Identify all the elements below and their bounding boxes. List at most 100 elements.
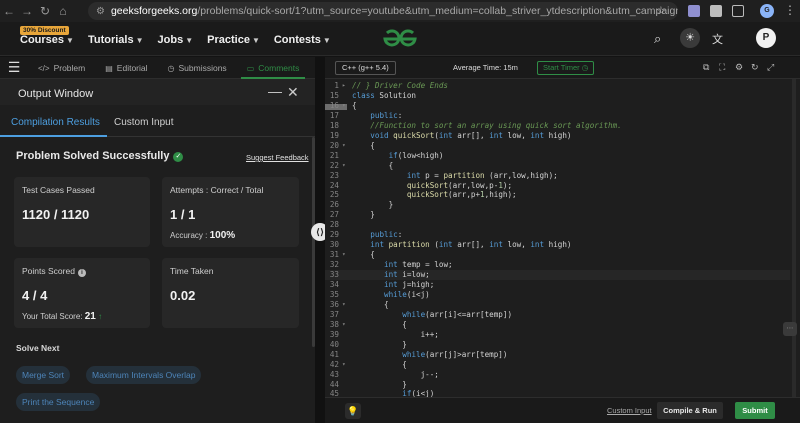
tab-comments[interactable]: ▭ Comments — [237, 57, 310, 79]
site-settings-icon[interactable]: ⚙ — [96, 6, 105, 17]
fold-toggle-icon[interactable]: ▸ — [342, 81, 346, 91]
code-line[interactable]: 33 int i=low; — [325, 270, 790, 281]
code-line[interactable]: 29 public: — [325, 230, 790, 240]
nav-courses[interactable]: Courses ▼ — [20, 34, 74, 46]
close-icon[interactable]: ✕ — [287, 84, 299, 101]
address-bar[interactable]: ⚙ geeksforgeeks.org/problems/quick-sort/… — [88, 2, 678, 20]
code-line[interactable]: 17 public: — [325, 111, 790, 121]
points-card: Points Scored i 4 / 4 Your Total Score: 2… — [14, 258, 150, 328]
code-line[interactable]: 19 void quickSort(int arr[], int low, in… — [325, 131, 790, 141]
code-line[interactable]: 28 — [325, 220, 790, 230]
theme-toggle-icon[interactable]: ☀ — [680, 28, 700, 48]
nav-jobs[interactable]: Jobs ▼ — [158, 34, 194, 46]
code-text: int p = partition (arr,low,high); — [406, 170, 558, 180]
code-line[interactable]: 40 } — [325, 340, 790, 350]
user-avatar[interactable]: P — [756, 28, 776, 48]
code-text: } — [352, 210, 375, 220]
code-area[interactable]: 1 ▸// } Driver Code Ends 15 class Solution 1… — [325, 79, 800, 397]
fold-toggle-icon[interactable]: ▾ — [342, 141, 346, 151]
code-text: { — [352, 100, 357, 110]
code-line[interactable]: 39 i++; — [325, 330, 790, 340]
solve-next-max-intervals[interactable]: Maximum Intervals Overlap — [86, 366, 202, 384]
forward-icon[interactable]: → — [18, 4, 36, 18]
reload-icon[interactable]: ↻ — [36, 4, 54, 18]
code-line[interactable]: 22 ▾ { — [325, 161, 790, 171]
lightbulb-icon[interactable]: 💡 — [345, 403, 361, 419]
solve-next-merge-sort[interactable]: Merge Sort — [16, 366, 71, 384]
code-line[interactable]: 41 while(arr[j]>arr[temp]) — [325, 350, 790, 360]
card-value: 1120 / 1120 — [22, 207, 90, 222]
line-number: 17 — [329, 110, 339, 120]
code-line[interactable]: 44 } — [325, 380, 790, 390]
expand-icon[interactable]: ⤢ — [767, 62, 774, 73]
code-line[interactable]: 32 int temp = low; — [325, 260, 790, 270]
tab-compilation-results[interactable]: Compilation Results — [11, 117, 100, 128]
fold-toggle-icon[interactable]: ▾ — [342, 320, 346, 330]
nav-practice[interactable]: Practice ▼ — [207, 34, 260, 46]
fold-toggle-icon[interactable]: ▾ — [342, 101, 346, 111]
code-line[interactable]: 30 int partition (int arr[], int low, in… — [325, 240, 790, 250]
code-line[interactable]: 35 while(i<j) — [325, 290, 790, 300]
code-line[interactable]: 38 ▾ { — [325, 320, 790, 330]
info-icon[interactable]: i — [77, 269, 86, 277]
reset-icon[interactable]: ↻ — [751, 62, 759, 73]
start-timer-button[interactable]: Start Timer ◷ — [537, 61, 595, 75]
custom-input-link[interactable]: Custom Input — [607, 406, 652, 415]
line-number: 39 — [329, 329, 339, 339]
browser-profile-avatar[interactable]: G — [760, 4, 774, 18]
code-line[interactable]: 31 ▾ { — [325, 250, 790, 260]
gfg-logo-icon[interactable] — [380, 26, 420, 52]
translate-icon[interactable]: 文 — [712, 31, 723, 47]
code-line[interactable]: 15 class Solution — [325, 91, 790, 101]
fold-toggle-icon[interactable]: ▾ — [342, 250, 346, 260]
fold-toggle-icon[interactable]: ▾ — [342, 161, 346, 171]
submit-button[interactable]: Submit — [735, 402, 775, 419]
code-line[interactable]: 1 ▸ // } Driver Code Ends — [325, 81, 790, 91]
extension-icon[interactable] — [710, 5, 722, 17]
fold-toggle-icon[interactable]: ▾ — [342, 360, 346, 370]
line-number: 34 — [329, 280, 339, 289]
code-line[interactable]: 23 int p = partition (arr,low,high); — [325, 171, 790, 181]
settings-icon[interactable]: ⚙ — [735, 62, 743, 73]
code-line[interactable]: 24 quickSort(arr,low,p-1); — [325, 181, 790, 191]
nav-contests[interactable]: Contests ▼ — [274, 34, 331, 46]
suggest-feedback-link[interactable]: Suggest Feedback — [246, 153, 309, 162]
side-panel-handle-icon[interactable]: ⋯ — [783, 322, 797, 336]
code-line[interactable]: 45 if(i<j) — [325, 389, 790, 397]
tab-custom-input[interactable]: Custom Input — [114, 117, 173, 128]
code-line[interactable]: 36 ▾ { — [325, 300, 790, 310]
code-line[interactable]: 43 j--; — [325, 370, 790, 380]
code-line[interactable]: 21 if(low<high) — [325, 151, 790, 161]
menu-icon[interactable]: ☰ — [0, 59, 28, 76]
code-line[interactable]: 27 } — [325, 210, 790, 220]
home-icon[interactable]: ⌂ — [54, 4, 72, 18]
copy-icon[interactable]: ⧉ — [703, 62, 709, 73]
nav-tutorials[interactable]: Tutorials ▼ — [88, 34, 144, 46]
extension-icon[interactable] — [688, 5, 700, 17]
browser-menu-icon[interactable]: ⋮ — [784, 3, 796, 17]
extensions-puzzle-icon[interactable] — [732, 5, 744, 17]
compile-run-button[interactable]: Compile & Run — [657, 402, 723, 419]
code-line[interactable]: 20 ▾ { — [325, 141, 790, 151]
code-line[interactable]: 42 ▾ { — [325, 360, 790, 370]
code-line[interactable]: 25 quickSort(arr,p+1,high); — [325, 190, 790, 200]
minimize-icon[interactable]: — — [268, 83, 282, 99]
fold-toggle-icon[interactable]: ▾ — [342, 300, 346, 310]
code-line[interactable]: 26 } — [325, 200, 790, 210]
tab-problem[interactable]: </> Problem — [28, 57, 95, 79]
solve-next-print-sequence[interactable]: Print the Sequence — [16, 393, 101, 411]
bookmark-star-icon[interactable]: ☆ — [656, 4, 666, 17]
fullscreen-icon[interactable]: ⛶ — [719, 62, 725, 73]
line-number: 18 — [329, 120, 339, 130]
code-text: { — [352, 359, 407, 369]
language-select[interactable]: C++ (g++ 5.4) — [335, 61, 396, 75]
code-line[interactable]: 37 while(arr[i]<=arr[temp]) — [325, 310, 790, 320]
editor-scrollbar[interactable] — [792, 79, 796, 397]
code-line[interactable]: 16 ▾ { — [325, 101, 790, 111]
code-line[interactable]: 18 //Function to sort an array using qui… — [325, 121, 790, 131]
code-line[interactable]: 34 int j=high; — [325, 280, 790, 290]
search-icon[interactable]: ⌕ — [654, 31, 661, 47]
back-icon[interactable]: ← — [0, 4, 18, 18]
tab-editorial[interactable]: ▤ Editorial — [95, 57, 157, 79]
tab-submissions[interactable]: ◷ Submissions — [158, 57, 237, 79]
